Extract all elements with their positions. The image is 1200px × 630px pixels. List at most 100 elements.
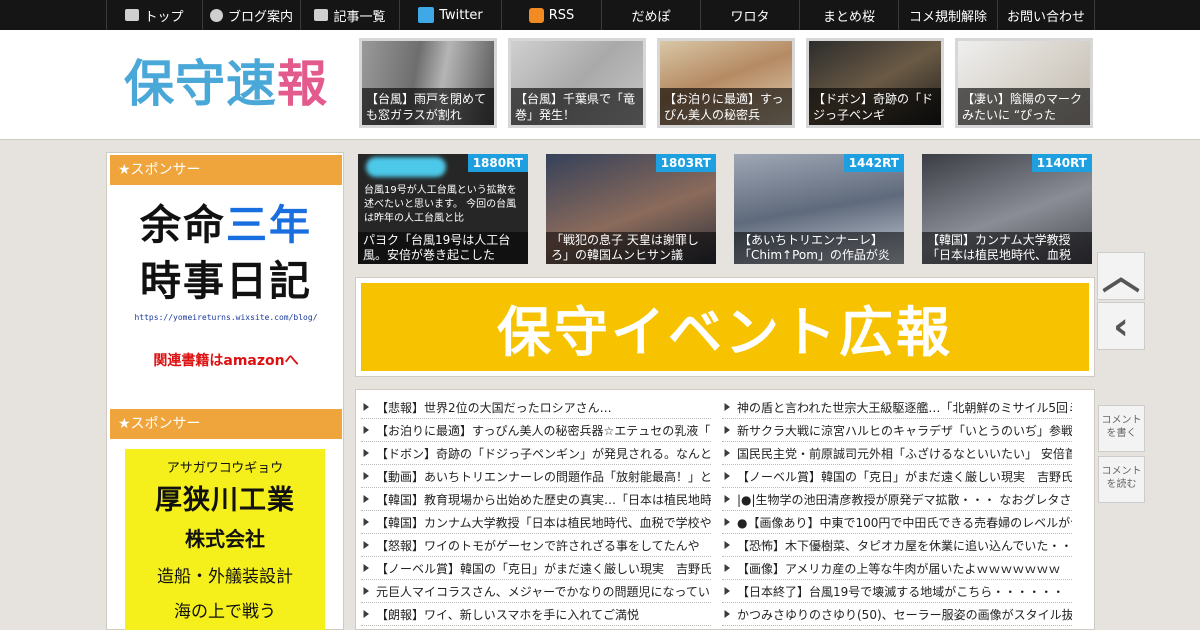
arrow-right-icon bbox=[363, 495, 369, 503]
top-navigation: トップ ブログ案内 記事一覧 Twitter RSS だめぽ ワロタ まとめ桜 … bbox=[0, 0, 1200, 30]
nav-label: お問い合わせ bbox=[1006, 9, 1085, 25]
nav-warota[interactable]: ワロタ bbox=[700, 0, 799, 30]
ranking-card[interactable]: 1140RT 【韓国】カンナム大学教授「日本は植民地時代、血税 bbox=[922, 154, 1092, 264]
article-row[interactable]: 【ノーベル賞】韓国の「克日」がまだ遠く厳しい現実 吉野氏 bbox=[722, 465, 1072, 488]
nav-contact[interactable]: お問い合わせ bbox=[997, 0, 1095, 30]
twitter-icon bbox=[418, 7, 435, 23]
article-row[interactable]: 元巨人マイコラスさん、メジャーでかなりの問題児になってい bbox=[361, 580, 711, 603]
article-title[interactable]: 【怒報】ワイのトモがゲーセンで許されざる事をしてたんや bbox=[376, 537, 700, 554]
ranking-card[interactable]: 1803RT 「戦犯の息子 天皇は謝罪しろ」の韓国ムンヒサン議 bbox=[546, 154, 716, 264]
site-logo[interactable]: 保守速報 bbox=[124, 52, 328, 116]
article-row[interactable]: 【韓国】カンナム大学教授「日本は植民地時代、血税で学校や bbox=[361, 511, 711, 534]
featured-thumb[interactable]: 【台風】千葉県で「竜巻」発生！ bbox=[508, 38, 646, 128]
article-title[interactable]: 神の盾と言われた世宗大王級駆逐艦…「北朝鮮のミサイル5回ミ bbox=[737, 399, 1072, 416]
ad2-more: 海の上で戦う bbox=[174, 602, 276, 622]
arrow-right-icon bbox=[363, 472, 369, 480]
arrow-right-icon bbox=[363, 587, 369, 595]
nav-top[interactable]: トップ bbox=[106, 0, 202, 30]
comment-read-button[interactable]: コメントを読む bbox=[1098, 456, 1145, 503]
ranking-card[interactable]: 台風19号が人工台風という拡散を述べたいと思います。 今回の台風は昨年の人工台風… bbox=[358, 154, 528, 264]
article-row[interactable]: かつみさゆりのさゆり(50)、セーラー服姿の画像がスタイル抜群 bbox=[722, 603, 1072, 626]
article-row[interactable]: 【怒報】ワイのトモがゲーセンで許されざる事をしてたんや bbox=[361, 534, 711, 557]
article-title[interactable]: かつみさゆりのさゆり(50)、セーラー服姿の画像がスタイル抜群 bbox=[737, 606, 1072, 623]
sponsor-ad-asagawa[interactable]: アサガワコウギョウ 厚狭川工業 株式会社 造船・外艤装設計 海の上で戦う bbox=[125, 449, 325, 630]
article-title[interactable]: |●|生物学の池田清彦教授が原発デマ拡散・・・ なおグレタさん bbox=[737, 491, 1072, 508]
article-title[interactable]: 【恐怖】木下優樹菜、タピオカ屋を休業に追い込んでいた・・ bbox=[737, 537, 1072, 554]
back-button[interactable]: ‹ bbox=[1097, 302, 1145, 350]
sponsor-ad-yomei[interactable]: 余命三年 時事日記 https://yomeireturns.wixsite.c… bbox=[125, 197, 327, 370]
article-title[interactable]: 国民民主党・前原誠司元外相「ふざけるなといいたい」 安倍首 bbox=[737, 445, 1072, 462]
amazon-link[interactable]: 関連書籍はamazonへ bbox=[125, 350, 327, 370]
article-row[interactable]: 【ノーベル賞】韓国の「克日」がまだ遠く厳しい現実 吉野氏 bbox=[361, 557, 711, 580]
article-title[interactable]: 【ノーベル賞】韓国の「克日」がまだ遠く厳しい現実 吉野氏 bbox=[376, 560, 711, 577]
nav-label: ワロタ bbox=[730, 9, 770, 25]
arrow-right-icon bbox=[363, 449, 369, 457]
logo-text-3: 報 bbox=[277, 55, 328, 113]
featured-thumbnails: 【台風】雨戸を閉めても窓ガラスが割れ 【台風】千葉県で「竜巻」発生！ 【お泊りに… bbox=[359, 38, 1093, 128]
article-row[interactable]: 【画像】アメリカ産の上等な牛肉が届いたよｗｗｗｗｗｗｗ bbox=[722, 557, 1072, 580]
nav-article-list[interactable]: 記事一覧 bbox=[300, 0, 399, 30]
thumb-caption: 【台風】雨戸を閉めても窓ガラスが割れ bbox=[362, 88, 494, 125]
home-icon bbox=[125, 9, 140, 21]
nav-rss[interactable]: RSS bbox=[501, 0, 601, 30]
article-title[interactable]: 【画像】アメリカ産の上等な牛肉が届いたよｗｗｗｗｗｗｗ bbox=[737, 560, 1060, 577]
article-title[interactable]: 【お泊りに最適】すっぴん美人の秘密兵器☆エテュセの乳液「 bbox=[376, 422, 710, 439]
article-column-left: 【悲報】世界2位の大国だったロシアさん… 【お泊りに最適】すっぴん美人の秘密兵器☆… bbox=[361, 396, 711, 626]
article-title[interactable]: 【韓国】カンナム大学教授「日本は植民地時代、血税で学校や bbox=[376, 514, 711, 531]
article-row[interactable]: 新サクラ大戦に涼宮ハルヒのキャラデザ「いとうのいぢ」参戦 bbox=[722, 419, 1072, 442]
nav-label: ブログ案内 bbox=[227, 9, 293, 25]
article-title[interactable]: ●【画像あり】中東で100円で中田氏できる売春婦のレベルがヤ bbox=[737, 514, 1072, 531]
article-row[interactable]: 【韓国】教育現場から出始めた歴史の真実…「日本は植民地時 bbox=[361, 488, 711, 511]
nav-blog-info[interactable]: ブログ案内 bbox=[202, 0, 300, 30]
list-icon bbox=[314, 9, 329, 21]
article-row[interactable]: ●【画像あり】中東で100円で中田氏できる売春婦のレベルがヤ bbox=[722, 511, 1072, 534]
article-title[interactable]: 【朗報】ワイ、新しいスマホを手に入れてご満悦 bbox=[376, 606, 639, 623]
nav-label: コメ規制解除 bbox=[908, 9, 987, 25]
featured-thumb[interactable]: 【ドボン】奇跡の「ドジっ子ペンギ bbox=[806, 38, 944, 128]
article-row[interactable]: 【日本終了】台風19号で壊滅する地域がこちら・・・・・・ bbox=[722, 580, 1072, 603]
ad-line1: 余命三年 bbox=[125, 197, 327, 253]
nav-damepo[interactable]: だめぽ bbox=[601, 0, 700, 30]
retweet-badge: 1880RT bbox=[467, 154, 528, 172]
article-row[interactable]: 【恐怖】木下優樹菜、タピオカ屋を休業に追い込んでいた・・ bbox=[722, 534, 1072, 557]
article-title[interactable]: 【動画】あいちトリエンナーレの問題作品「放射能最高！」と bbox=[376, 468, 711, 485]
nav-label: Twitter bbox=[439, 7, 483, 23]
article-title[interactable]: 【韓国】教育現場から出始めた歴史の真実…「日本は植民地時 bbox=[376, 491, 711, 508]
featured-thumb[interactable]: 【凄い】陰陽のマークみたいに “ぴった bbox=[955, 38, 1093, 128]
card-caption: 「戦犯の息子 天皇は謝罪しろ」の韓国ムンヒサン議 bbox=[546, 232, 716, 264]
article-title[interactable]: 【ドボン】奇跡の「ドジっ子ペンギン」が発見される。なんと bbox=[376, 445, 711, 462]
article-title[interactable]: 新サクラ大戦に涼宮ハルヒのキャラデザ「いとうのいぢ」参戦 bbox=[737, 422, 1072, 439]
nav-matome-sakura[interactable]: まとめ桜 bbox=[799, 0, 898, 30]
featured-thumb[interactable]: 【台風】雨戸を閉めても窓ガラスが割れ bbox=[359, 38, 497, 128]
article-title[interactable]: 【日本終了】台風19号で壊滅する地域がこちら・・・・・・ bbox=[737, 583, 1064, 600]
article-title[interactable]: 【悲報】世界2位の大国だったロシアさん… bbox=[376, 399, 612, 416]
event-banner-box: 保守イベント広報 bbox=[355, 277, 1095, 377]
article-title[interactable]: 【ノーベル賞】韓国の「克日」がまだ遠く厳しい現実 吉野氏 bbox=[737, 468, 1072, 485]
article-row[interactable]: 国民民主党・前原誠司元外相「ふざけるなといいたい」 安倍首 bbox=[722, 442, 1072, 465]
featured-thumb[interactable]: 【お泊りに最適】すっぴん美人の秘密兵 bbox=[657, 38, 795, 128]
article-title[interactable]: 元巨人マイコラスさん、メジャーでかなりの問題児になってい bbox=[376, 583, 710, 600]
event-banner[interactable]: 保守イベント広報 bbox=[361, 283, 1089, 371]
article-row[interactable]: 【ドボン】奇跡の「ドジっ子ペンギン」が発見される。なんと bbox=[361, 442, 711, 465]
article-row[interactable]: |●|生物学の池田清彦教授が原発デマ拡散・・・ なおグレタさん bbox=[722, 488, 1072, 511]
ad2-corp: 株式会社 bbox=[185, 527, 265, 551]
article-row[interactable]: 神の盾と言われた世宗大王級駆逐艦…「北朝鮮のミサイル5回ミ bbox=[722, 396, 1072, 419]
nav-comment-unblock[interactable]: コメ規制解除 bbox=[898, 0, 997, 30]
article-row[interactable]: 【悲報】世界2位の大国だったロシアさん… bbox=[361, 396, 711, 419]
scroll-top-button[interactable]: ︿ bbox=[1097, 252, 1145, 300]
article-row[interactable]: 【朗報】ワイ、新しいスマホを手に入れてご満悦 bbox=[361, 603, 711, 626]
article-row[interactable]: 【お泊りに最適】すっぴん美人の秘密兵器☆エテュセの乳液「 bbox=[361, 419, 711, 442]
ad-line1-a: 余命 bbox=[140, 201, 226, 249]
chevron-up-icon: ︿ bbox=[1101, 254, 1140, 298]
ad2-company-name: 厚狭川工業 bbox=[155, 485, 295, 516]
thumb-caption: 【凄い】陰陽のマークみたいに “ぴった bbox=[958, 88, 1090, 125]
thumb-caption: 【ドボン】奇跡の「ドジっ子ペンギ bbox=[809, 88, 941, 125]
arrow-right-icon bbox=[724, 449, 730, 457]
article-row[interactable]: 【動画】あいちトリエンナーレの問題作品「放射能最高！」と bbox=[361, 465, 711, 488]
comment-write-button[interactable]: コメントを書く bbox=[1098, 405, 1145, 452]
nav-twitter[interactable]: Twitter bbox=[399, 0, 501, 30]
ranking-card[interactable]: 1442RT 【あいちトリエンナーレ】「Chim↑Pom」の作品が炎 bbox=[734, 154, 904, 264]
retweet-badge: 1140RT bbox=[1031, 154, 1092, 172]
banner-text: 保守イベント広報 bbox=[497, 300, 953, 364]
article-list: 【悲報】世界2位の大国だったロシアさん… 【お泊りに最適】すっぴん美人の秘密兵器☆… bbox=[355, 389, 1095, 630]
